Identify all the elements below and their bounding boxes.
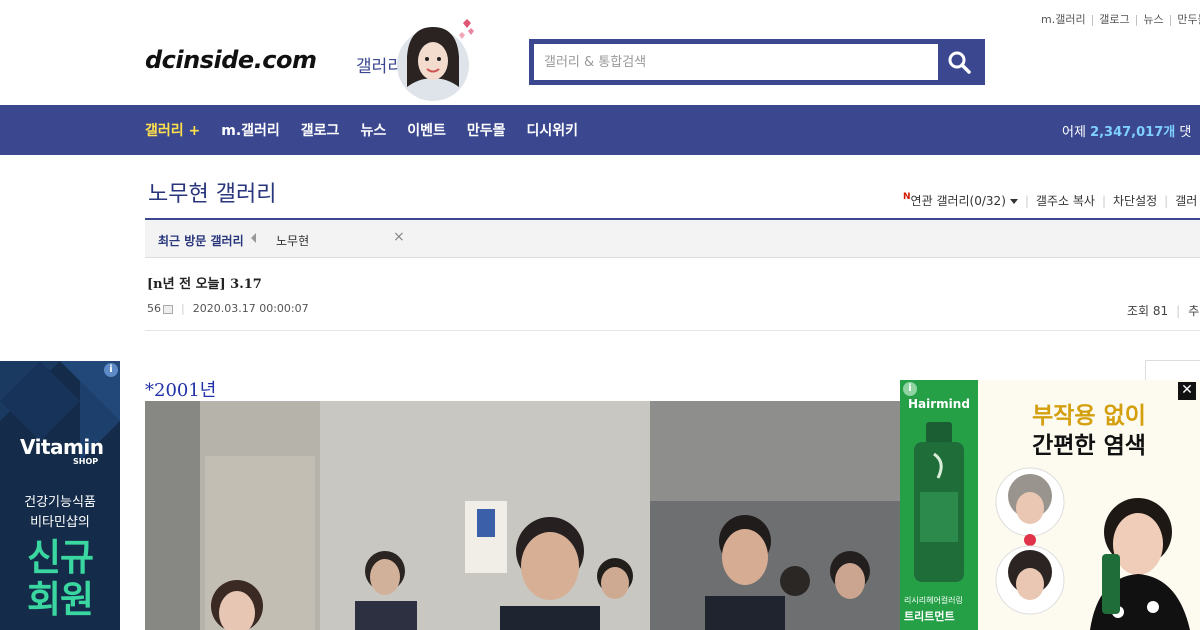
- recent-visit-bar: 최근 방문 갤러리 노무현 ×: [145, 220, 1200, 258]
- nav-item-gallog[interactable]: 갤로그: [301, 120, 340, 140]
- post-views: 조회 81: [1127, 304, 1169, 318]
- util-link-m-gallery[interactable]: m.갤러리: [1041, 13, 1086, 26]
- gallery-info-button[interactable]: 갤러: [1175, 194, 1197, 208]
- post-meta: 56 | 2020.03.17 00:00:07: [147, 302, 309, 315]
- search-input[interactable]: [534, 44, 938, 80]
- gallery-title[interactable]: 노무현 갤러리: [148, 176, 276, 208]
- ad-text-line2: 비타민샵의: [30, 515, 90, 530]
- gallery-tools: N연관 갤러리(0/32) | 갤주소 복사 | 차단설정 | 갤러: [903, 192, 1197, 209]
- ad-headline-line1: 신규: [26, 536, 94, 579]
- fixed-nick-icon: [163, 304, 173, 314]
- post-title: [n년 전 오늘] 3.17: [147, 277, 262, 292]
- mascot-image: [397, 19, 474, 101]
- close-icon[interactable]: ✕: [1178, 382, 1196, 400]
- ad-headline: 신규 회원: [0, 537, 120, 621]
- search-button[interactable]: [938, 44, 980, 80]
- stat-prefix: 어제: [1062, 125, 1086, 140]
- ad-headline-line2: 회원: [26, 578, 94, 621]
- ad-brand-sub: SHOP: [73, 457, 99, 466]
- stat-suffix: 댓: [1179, 125, 1192, 140]
- nav-item-news[interactable]: 뉴스: [360, 120, 386, 140]
- ad-headline-line2: 간편한 염색: [1032, 433, 1146, 459]
- main-nav: 갤러리 + m.갤러리 갤로그 뉴스 이벤트 만두몰 디시위키 어제 2,347…: [0, 105, 1200, 155]
- util-link-mall[interactable]: 만두몰: [1177, 13, 1200, 26]
- divider: |: [1024, 194, 1029, 208]
- daily-stat: 어제 2,347,017개 댓: [1062, 121, 1191, 140]
- post-photo[interactable]: [145, 401, 905, 630]
- divider: |: [1176, 304, 1181, 318]
- post-recommend: 추: [1188, 304, 1200, 318]
- ad-brand: Vitamin: [20, 435, 104, 459]
- post-date: 2020.03.17 00:00:07: [192, 302, 309, 315]
- new-badge: N: [903, 192, 911, 202]
- content-year: *2001년: [145, 380, 217, 401]
- nav-item-event[interactable]: 이벤트: [407, 120, 446, 140]
- site-logo[interactable]: dcinside.com: [145, 46, 317, 74]
- util-link-gallog[interactable]: 갤로그: [1099, 13, 1129, 26]
- nav-item-mall[interactable]: 만두몰: [467, 120, 506, 140]
- ad-brand: Hairmind: [908, 397, 970, 411]
- ad-product-line2: 트리트먼트: [904, 610, 955, 623]
- divider: |: [1101, 194, 1106, 208]
- ad-info-icon[interactable]: i: [104, 363, 118, 377]
- ad-banner-right[interactable]: i Hairmind 리시리헤어컬러링 트리트먼트 부작용 없이 간편한 염색: [900, 380, 1200, 630]
- close-icon[interactable]: ×: [393, 229, 405, 245]
- ad-text-line1: 건강기능식품: [24, 495, 96, 510]
- divider: |: [181, 302, 185, 315]
- recent-gallery-item[interactable]: 노무현: [276, 232, 309, 249]
- post-stats: 조회 81 | 추: [1127, 302, 1199, 319]
- recent-visit-label: 최근 방문 갤러리: [158, 234, 244, 248]
- product-bottle-image: [914, 422, 964, 582]
- search-icon: [948, 51, 971, 74]
- ad-product-line1: 리시리헤어컬러링: [904, 596, 963, 605]
- divider: |: [1168, 13, 1173, 26]
- ad-model-image: [995, 467, 1190, 630]
- top-util-links: m.갤러리 | 갤로그 | 뉴스 | 만두몰: [1041, 11, 1200, 27]
- post-divider: [145, 330, 1200, 331]
- ad-banner-left[interactable]: i Vitamin SHOP 건강기능식품 비타민샵의 신규 회원: [0, 361, 120, 630]
- ad-info-icon[interactable]: i: [903, 382, 917, 396]
- copy-address-button[interactable]: 갤주소 복사: [1036, 194, 1095, 208]
- search-box: [529, 39, 985, 85]
- ad-headline-line1: 부작용 없이: [1032, 403, 1146, 429]
- divider: |: [1090, 13, 1095, 26]
- post-writer[interactable]: 56: [147, 302, 161, 315]
- nav-item-m-gallery[interactable]: m.갤러리: [221, 120, 280, 140]
- nav-item-gallery[interactable]: 갤러리 +: [145, 120, 200, 140]
- stat-value: 2,347,017개: [1090, 125, 1176, 140]
- divider: |: [1164, 194, 1169, 208]
- nav-items: 갤러리 + m.갤러리 갤로그 뉴스 이벤트 만두몰 디시위키: [145, 105, 599, 155]
- chevron-down-icon[interactable]: [1009, 199, 1018, 204]
- nav-item-wiki[interactable]: 디시위키: [526, 120, 578, 140]
- arrow-left-icon[interactable]: [251, 233, 256, 243]
- block-settings-button[interactable]: 차단설정: [1113, 194, 1157, 208]
- divider: |: [1134, 13, 1139, 26]
- related-gallery-dropdown[interactable]: 연관 갤러리(0/32): [911, 194, 1006, 208]
- page: m.갤러리|갤로그|뉴스|만두몰 dcinside.com 갤러리 갤러리 + …: [0, 0, 1200, 630]
- side-box: [1145, 360, 1200, 381]
- util-link-news[interactable]: 뉴스: [1143, 13, 1163, 26]
